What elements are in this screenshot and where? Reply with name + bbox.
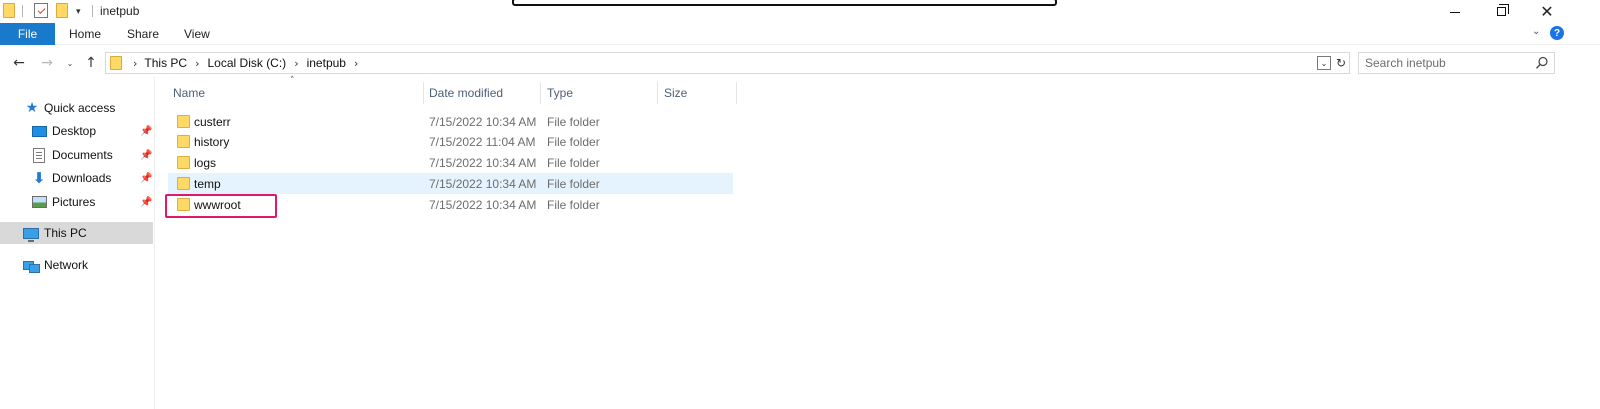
column-header-name[interactable]: Name bbox=[167, 82, 423, 104]
minimize-icon bbox=[1450, 12, 1460, 13]
address-dropdown-icon[interactable]: ⌄ bbox=[1317, 56, 1331, 70]
maximize-icon bbox=[1496, 4, 1509, 16]
pin-icon[interactable]: 📌 bbox=[140, 197, 152, 208]
sidebar-item-label: Quick access bbox=[44, 101, 116, 115]
folder-icon bbox=[177, 198, 190, 211]
tab-file[interactable]: File bbox=[0, 23, 55, 45]
column-divider[interactable] bbox=[736, 82, 737, 104]
computer-icon bbox=[23, 225, 39, 242]
restore-button[interactable] bbox=[1478, 0, 1524, 23]
window-title: inetpub bbox=[100, 4, 140, 18]
star-icon: ★ bbox=[25, 100, 39, 116]
file-row-wwwroot[interactable]: wwwroot 7/15/2022 10:34 AM File folder bbox=[168, 194, 733, 215]
forward-button[interactable]: → bbox=[38, 53, 56, 73]
file-name: wwwroot bbox=[194, 198, 241, 212]
folder-icon bbox=[177, 135, 190, 148]
pin-icon[interactable]: 📌 bbox=[140, 173, 152, 184]
folder-icon bbox=[110, 56, 122, 70]
file-date-modified: 7/15/2022 10:34 AM bbox=[429, 177, 537, 191]
minimize-button[interactable] bbox=[1432, 0, 1478, 23]
file-row-custerr[interactable]: custerr 7/15/2022 10:34 AM File folder bbox=[168, 111, 733, 132]
sidebar-item-label: Documents bbox=[52, 148, 113, 162]
title-bar: ▾ inetpub ✕ bbox=[0, 0, 1600, 23]
pictures-icon bbox=[31, 194, 47, 210]
file-type: File folder bbox=[547, 177, 600, 191]
column-header-type[interactable]: Type bbox=[541, 82, 657, 104]
breadcrumb-this-pc[interactable]: This PC bbox=[144, 56, 187, 70]
file-type: File folder bbox=[547, 115, 600, 129]
sidebar-item-label: Desktop bbox=[52, 124, 97, 138]
file-type: File folder bbox=[547, 135, 600, 149]
chevron-right-icon[interactable]: › bbox=[294, 57, 298, 70]
tab-view[interactable]: View bbox=[184, 23, 210, 45]
properties-icon[interactable] bbox=[34, 3, 48, 18]
column-headers: Name Date modified Type Size bbox=[167, 82, 737, 104]
navigation-bar: ← → ⌄ ↑ › This PC › Local Disk (C:) › in… bbox=[0, 50, 1600, 76]
file-name: history bbox=[194, 135, 230, 149]
folder-icon bbox=[3, 3, 15, 18]
sidebar-item-documents[interactable]: Documents 📌 bbox=[0, 144, 153, 166]
search-input[interactable] bbox=[1365, 56, 1525, 70]
sidebar-item-this-pc[interactable]: This PC bbox=[0, 222, 153, 244]
file-date-modified: 7/15/2022 10:34 AM bbox=[429, 198, 537, 212]
chevron-right-icon[interactable]: › bbox=[195, 57, 199, 70]
tab-home[interactable]: Home bbox=[69, 23, 101, 45]
file-row-temp[interactable]: temp 7/15/2022 10:34 AM File folder bbox=[168, 173, 733, 194]
recent-locations-button[interactable]: ⌄ bbox=[63, 53, 77, 73]
file-row-logs[interactable]: logs 7/15/2022 10:34 AM File folder bbox=[168, 152, 733, 173]
navigation-pane: ★ Quick access Desktop 📌 Documents 📌 ⬇ D… bbox=[0, 76, 155, 409]
column-header-date-modified[interactable]: Date modified bbox=[423, 82, 540, 104]
refresh-icon[interactable]: ↻ bbox=[1333, 55, 1349, 71]
sidebar-item-quick-access[interactable]: ★ Quick access bbox=[0, 97, 153, 119]
folder-icon bbox=[177, 177, 190, 190]
sidebar-item-downloads[interactable]: ⬇ Downloads 📌 bbox=[0, 167, 153, 189]
expand-ribbon-icon[interactable]: ⌄ bbox=[1532, 26, 1540, 37]
help-icon[interactable]: ? bbox=[1550, 26, 1564, 40]
sidebar-item-label: This PC bbox=[44, 226, 87, 240]
file-type: File folder bbox=[547, 156, 600, 170]
chevron-right-icon[interactable]: › bbox=[354, 57, 358, 70]
file-date-modified: 7/15/2022 11:04 AM bbox=[429, 135, 536, 149]
file-name: temp bbox=[194, 177, 221, 191]
back-button[interactable]: ← bbox=[10, 53, 28, 73]
sidebar-item-pictures[interactable]: Pictures 📌 bbox=[0, 191, 153, 213]
breadcrumb-inetpub[interactable]: inetpub bbox=[307, 56, 346, 70]
file-row-history[interactable]: history 7/15/2022 11:04 AM File folder bbox=[168, 131, 733, 152]
chevron-down-icon[interactable]: ▾ bbox=[76, 6, 81, 17]
search-icon[interactable] bbox=[1535, 56, 1549, 70]
quick-access-separator bbox=[22, 5, 23, 17]
sidebar-item-label: Network bbox=[44, 258, 89, 272]
file-name: custerr bbox=[194, 115, 231, 129]
column-header-size[interactable]: Size bbox=[658, 82, 736, 104]
sidebar-item-label: Pictures bbox=[52, 195, 96, 209]
documents-icon bbox=[31, 147, 47, 163]
folder-icon bbox=[177, 156, 190, 169]
title-overlay-bar bbox=[512, 0, 1057, 6]
downloads-icon: ⬇ bbox=[32, 169, 46, 187]
search-box[interactable] bbox=[1358, 52, 1555, 74]
pin-icon[interactable]: 📌 bbox=[140, 150, 152, 161]
chevron-right-icon[interactable]: › bbox=[133, 57, 137, 70]
network-icon bbox=[23, 257, 40, 273]
sidebar-item-network[interactable]: Network bbox=[0, 254, 153, 276]
quick-access-separator bbox=[92, 5, 93, 17]
file-date-modified: 7/15/2022 10:34 AM bbox=[429, 115, 537, 129]
up-button[interactable]: ↑ bbox=[82, 53, 100, 73]
address-bar[interactable]: › This PC › Local Disk (C:) › inetpub › … bbox=[105, 52, 1350, 74]
folder-icon bbox=[177, 115, 190, 128]
file-type: File folder bbox=[547, 198, 600, 212]
pin-icon[interactable]: 📌 bbox=[140, 126, 152, 137]
sidebar-item-desktop[interactable]: Desktop 📌 bbox=[0, 120, 153, 142]
close-button[interactable]: ✕ bbox=[1524, 0, 1570, 23]
breadcrumb-local-disk[interactable]: Local Disk (C:) bbox=[208, 56, 287, 70]
tab-share[interactable]: Share bbox=[127, 23, 159, 45]
new-folder-icon[interactable] bbox=[56, 3, 68, 18]
ribbon-tabs: File Home Share View ⌄ ? bbox=[0, 23, 1600, 45]
file-date-modified: 7/15/2022 10:34 AM bbox=[429, 156, 537, 170]
close-icon: ✕ bbox=[1540, 1, 1554, 21]
desktop-icon bbox=[31, 123, 47, 139]
sidebar-item-label: Downloads bbox=[52, 171, 112, 185]
file-name: logs bbox=[194, 156, 217, 170]
